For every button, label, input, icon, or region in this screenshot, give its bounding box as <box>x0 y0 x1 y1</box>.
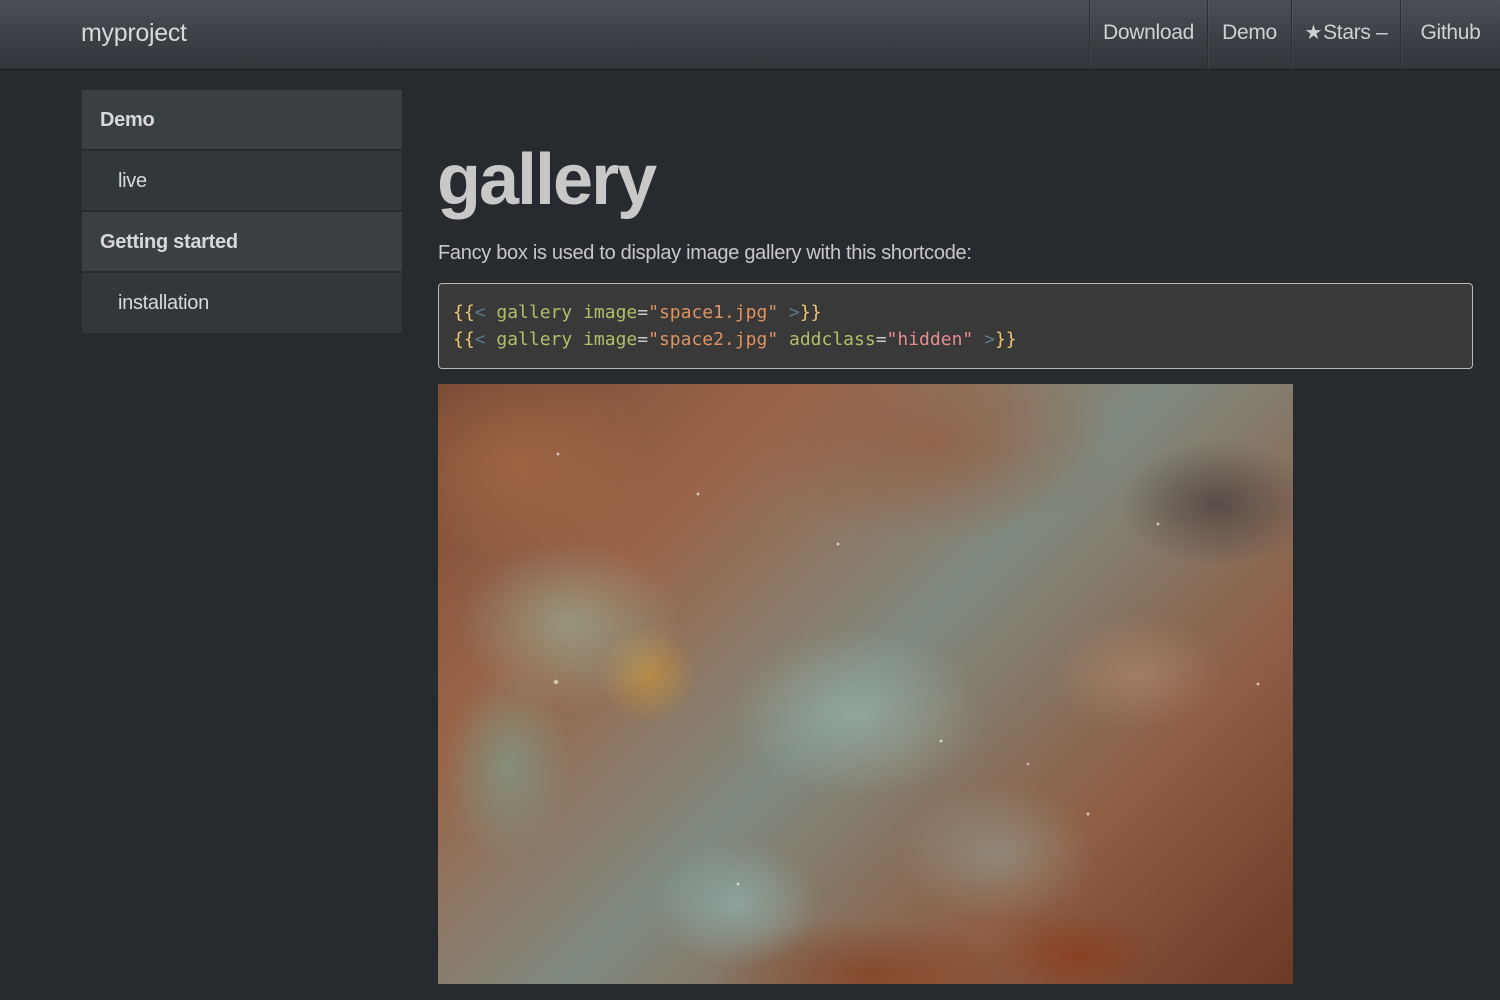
code-token: image <box>583 329 638 350</box>
code-token: gallery <box>496 329 573 350</box>
sidebar-item-installation[interactable]: installation <box>82 273 402 333</box>
nav-stars[interactable]: ★Stars – <box>1291 0 1400 70</box>
nav-demo[interactable]: Demo <box>1207 0 1291 70</box>
sidebar-item-live[interactable]: live <box>82 151 402 212</box>
code-line-1: {{< gallery image="space1.jpg" >}} <box>453 299 1458 326</box>
code-line-2: {{< gallery image="space2.jpg" addclass=… <box>453 326 1458 353</box>
brand-link[interactable]: myproject <box>81 0 187 70</box>
code-block: {{< gallery image="space1.jpg" >}} {{< ga… <box>438 283 1473 369</box>
sidebar: Demo live Getting started installation <box>82 90 402 333</box>
code-token: "space1.jpg" <box>648 302 779 323</box>
code-token: image <box>583 302 638 323</box>
code-token: = <box>637 329 649 350</box>
code-token: < <box>474 302 486 323</box>
code-token: {{ <box>453 302 475 323</box>
top-navbar: myproject Download Demo ★Stars – Github <box>0 0 1500 70</box>
nav-github[interactable]: Github <box>1400 0 1500 70</box>
code-token: > <box>789 302 800 323</box>
code-token: addclass <box>789 329 876 350</box>
nav-menu: Download Demo ★Stars – Github <box>1089 0 1500 70</box>
star-icon: ★ <box>1304 22 1323 44</box>
code-token: {{ <box>453 329 475 350</box>
gallery-image-nebula[interactable] <box>438 384 1293 984</box>
nav-stars-label: Stars – <box>1323 21 1388 44</box>
nav-download[interactable]: Download <box>1089 0 1207 70</box>
code-token: < <box>474 329 486 350</box>
code-token: = <box>875 329 887 350</box>
code-token: "hidden" <box>886 329 974 350</box>
code-token: gallery <box>496 302 573 323</box>
code-token: > <box>984 329 995 350</box>
code-token: = <box>637 302 649 323</box>
sidebar-item-getting-started[interactable]: Getting started <box>82 212 402 273</box>
intro-text: Fancy box is used to display image galle… <box>438 242 972 264</box>
code-token: }} <box>994 329 1017 350</box>
page-title: gallery <box>437 140 657 220</box>
nebula-stars-texture <box>438 384 1293 984</box>
code-token: }} <box>799 302 822 323</box>
code-token: "space2.jpg" <box>648 329 779 350</box>
sidebar-item-demo[interactable]: Demo <box>82 90 402 151</box>
